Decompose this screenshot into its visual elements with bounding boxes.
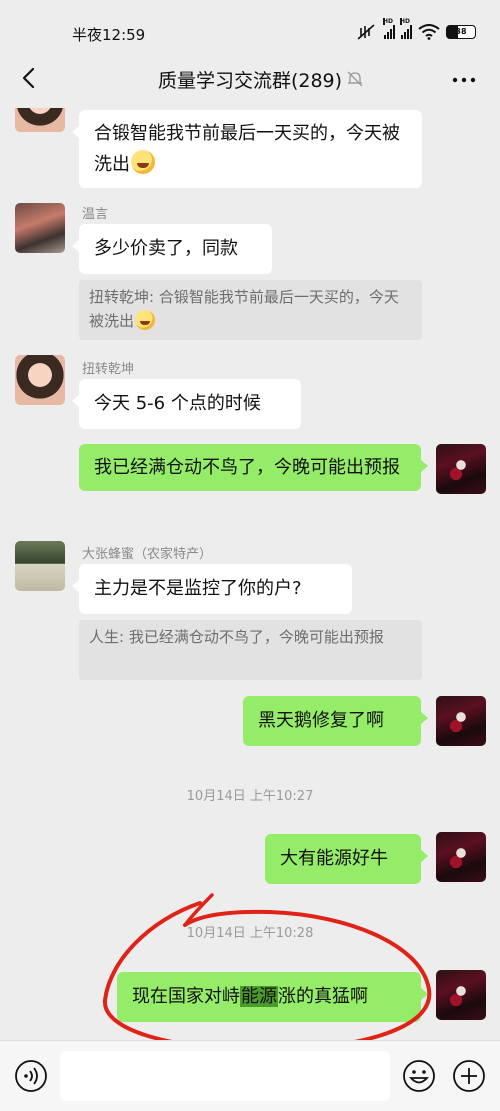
- message-timestamp: 10月14日 上午10:27: [186, 789, 314, 804]
- message-text: 大有能源好牛: [280, 848, 388, 869]
- message-text: 现在国家对峙: [132, 986, 240, 1007]
- sender-name: 扭转乾坤: [82, 362, 135, 377]
- mute-vibrate-icon: [357, 24, 375, 40]
- mute-bell-icon: [347, 71, 363, 87]
- avatar[interactable]: [15, 541, 65, 591]
- battery-level: 38: [455, 27, 467, 36]
- quoted-message[interactable]: 人生: 我已经满仓动不鸟了，今晚可能出预报: [79, 620, 422, 680]
- avatar[interactable]: [436, 696, 486, 746]
- message-bubble-incoming[interactable]: 今天 5-6 个点的时候: [72, 379, 301, 429]
- message-bubble-outgoing[interactable]: 我已经满仓动不鸟了，今晚可能出预报: [79, 444, 428, 491]
- message-bubble-outgoing[interactable]: 现在国家对峙能源涨的真猛啊: [117, 972, 428, 1022]
- avatar[interactable]: [15, 203, 65, 253]
- message-text: 今天 5-6 个点的时候: [94, 393, 261, 414]
- message-input[interactable]: [60, 1051, 390, 1101]
- message-text: 黑天鹅修复了啊: [258, 710, 384, 731]
- status-icons: HD HD 38: [356, 18, 476, 42]
- quoted-message[interactable]: 扭转乾坤: 合锻智能我节前最后一天买的，今天被洗出: [79, 280, 422, 340]
- message-text: 我已经满仓动不鸟了，今晚可能出预报: [94, 457, 400, 478]
- message-bubble-outgoing[interactable]: 黑天鹅修复了啊: [243, 696, 428, 746]
- message-text: 涨的真猛啊: [278, 986, 368, 1007]
- message-list[interactable]: 合锻智能我节前最后一天买的，今天被洗出 温言 多少价卖了，同款 扭转乾坤: 合锻…: [0, 108, 500, 1040]
- message-bubble-outgoing[interactable]: 大有能源好牛: [265, 834, 428, 884]
- avatar[interactable]: [15, 108, 65, 132]
- message-text: 多少价卖了，同款: [94, 238, 238, 259]
- voice-input-icon[interactable]: [14, 1059, 48, 1093]
- status-bar: 半夜12:59 HD HD 38: [0, 0, 500, 52]
- signal-1-icon: HD: [383, 18, 395, 39]
- chat-header: 质量学习交流群(289): [0, 52, 500, 108]
- avatar[interactable]: [15, 355, 65, 405]
- sender-name: 大张蜂蜜（农家特产）: [82, 547, 213, 562]
- emoji-smiley-icon[interactable]: [402, 1059, 436, 1093]
- status-time: 半夜12:59: [72, 26, 146, 44]
- avatar[interactable]: [436, 832, 486, 882]
- selected-text-highlight[interactable]: 能源: [240, 986, 278, 1007]
- message-bubble-incoming[interactable]: 主力是不是监控了你的户?: [72, 564, 352, 614]
- sender-name: 温言: [82, 207, 109, 222]
- battery-icon: 38: [446, 25, 476, 39]
- wifi-icon: [418, 24, 440, 40]
- message-bubble-incoming[interactable]: 合锻智能我节前最后一天买的，今天被洗出: [72, 110, 422, 188]
- signal-2-icon: HD: [400, 18, 412, 39]
- plus-more-icon[interactable]: [452, 1059, 486, 1093]
- more-options-icon[interactable]: [450, 68, 478, 92]
- avatar[interactable]: [436, 444, 486, 494]
- message-text: 主力是不是监控了你的户?: [94, 578, 302, 599]
- quoted-text: 人生: 我已经满仓动不鸟了，今晚可能出预报: [89, 628, 384, 646]
- group-title: 质量学习交流群(289): [157, 70, 343, 92]
- laughing-tears-emoji-icon: [131, 150, 155, 174]
- avatar[interactable]: [436, 970, 486, 1020]
- message-bubble-incoming[interactable]: 多少价卖了，同款: [72, 224, 272, 274]
- message-timestamp: 10月14日 上午10:28: [186, 926, 314, 941]
- laughing-tears-emoji-icon: [135, 310, 156, 330]
- input-bar: [0, 1040, 500, 1111]
